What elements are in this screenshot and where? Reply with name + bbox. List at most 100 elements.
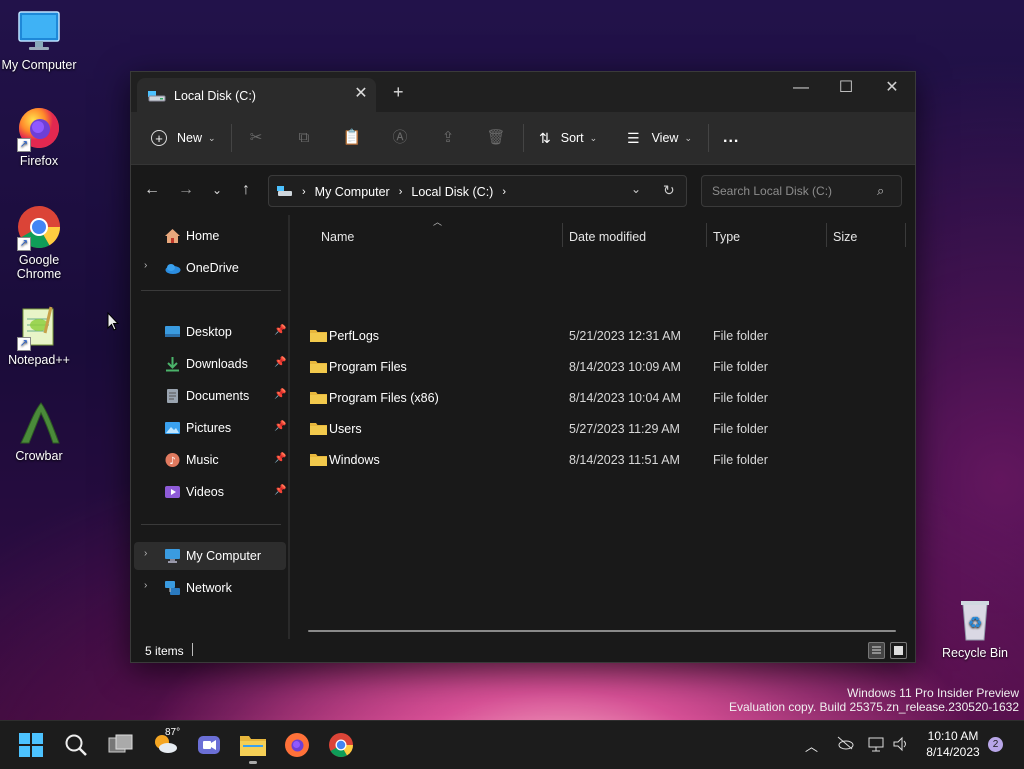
- breadcrumb-item[interactable]: My Computer: [315, 185, 390, 199]
- close-button[interactable]: ✕: [869, 76, 915, 104]
- desktop-icon-label: Recycle Bin: [942, 646, 1008, 660]
- search-button[interactable]: [64, 733, 92, 761]
- sidebar-item-onedrive[interactable]: › OneDrive: [134, 254, 286, 282]
- navigation-pane: Home › OneDrive Desktop 📌 Downloads 📌 Do…: [131, 215, 289, 639]
- chevron-right-icon[interactable]: ›: [144, 580, 147, 591]
- breadcrumb-separator-icon: ›: [398, 186, 403, 198]
- sidebar-item-network[interactable]: › Network: [134, 574, 286, 602]
- search-input[interactable]: [710, 183, 874, 199]
- file-type: File folder: [713, 360, 768, 374]
- refresh-icon[interactable]: ↻: [663, 182, 675, 199]
- copy-icon[interactable]: ⧉: [294, 128, 314, 148]
- file-type: File folder: [713, 329, 768, 343]
- table-row[interactable]: PerfLogs 5/21/2023 12:31 AM File folder: [302, 322, 902, 350]
- sidebar-divider: [141, 290, 281, 291]
- more-options-button[interactable]: ...: [723, 124, 739, 152]
- sidebar-item-label: Downloads: [186, 357, 248, 371]
- share-icon[interactable]: ⇪: [438, 128, 458, 148]
- sidebar-item-pictures[interactable]: Pictures 📌: [134, 414, 286, 442]
- item-count: 5 items: [145, 644, 184, 658]
- table-row[interactable]: Program Files (x86) 8/14/2023 10:04 AM F…: [302, 384, 902, 412]
- volume-icon[interactable]: [892, 736, 910, 755]
- notification-badge[interactable]: 2: [988, 737, 1003, 752]
- column-header-label: Name: [321, 230, 355, 244]
- clock[interactable]: 10:10 AM 8/14/2023: [918, 728, 988, 760]
- new-button[interactable]: + New ⌄: [151, 124, 216, 152]
- file-type: File folder: [713, 453, 768, 467]
- column-separator[interactable]: [562, 223, 563, 247]
- clock-date: 8/14/2023: [926, 745, 980, 759]
- sidebar-item-music[interactable]: ♪ Music 📌: [134, 446, 286, 474]
- column-separator[interactable]: [905, 223, 906, 247]
- status-bar: 5 items: [131, 639, 915, 662]
- paste-icon[interactable]: 📋: [342, 128, 362, 148]
- task-view-button[interactable]: [108, 733, 136, 761]
- recent-locations-button[interactable]: ⌄: [204, 177, 230, 203]
- details-view-button[interactable]: [868, 642, 885, 659]
- view-label: View: [651, 131, 679, 145]
- show-hidden-icons-button[interactable]: ︿: [805, 736, 818, 755]
- forward-button[interactable]: →: [173, 177, 199, 203]
- desktop-icon-my-computer[interactable]: My Computer: [0, 8, 78, 72]
- chevron-down-icon: ⌄: [589, 132, 598, 143]
- sidebar-item-my-computer[interactable]: › My Computer: [134, 542, 286, 570]
- title-bar[interactable]: Local Disk (C:) ✕ + — ☐ ✕: [131, 72, 915, 112]
- column-separator[interactable]: [826, 223, 827, 247]
- firefox-taskbar-button[interactable]: [284, 732, 312, 760]
- breadcrumb-item[interactable]: Local Disk (C:): [411, 185, 493, 199]
- sidebar-item-home[interactable]: Home: [134, 222, 286, 250]
- desktop-icon-firefox[interactable]: ↗ Firefox: [0, 104, 78, 168]
- file-type: File folder: [713, 422, 768, 436]
- chevron-right-icon[interactable]: ›: [144, 548, 147, 559]
- table-row[interactable]: Users 5/27/2023 11:29 AM File folder: [302, 415, 902, 443]
- horizontal-scrollbar[interactable]: [308, 630, 896, 632]
- minimize-button[interactable]: —: [778, 76, 824, 104]
- search-box[interactable]: ⌕: [701, 175, 902, 207]
- teams-chat-button[interactable]: [196, 733, 224, 761]
- desktop-icon-crowbar[interactable]: Crowbar: [0, 399, 78, 463]
- sidebar-item-videos[interactable]: Videos 📌: [134, 478, 286, 506]
- sidebar-item-desktop[interactable]: Desktop 📌: [134, 318, 286, 346]
- view-button[interactable]: ☰ View ⌄: [627, 124, 692, 152]
- tab-local-disk[interactable]: Local Disk (C:) ✕: [137, 78, 376, 112]
- address-bar[interactable]: › My Computer › Local Disk (C:) › ⌄ ↻: [268, 175, 687, 207]
- desktop-icon-notepad-plus-plus[interactable]: ↗ Notepad++: [0, 303, 78, 367]
- column-header-type[interactable]: Type: [713, 223, 825, 251]
- onedrive-offline-icon[interactable]: [836, 736, 854, 753]
- file-name: Program Files (x86): [329, 391, 439, 405]
- large-icons-view-button[interactable]: [890, 642, 907, 659]
- column-separator[interactable]: [706, 223, 707, 247]
- tab-close-button[interactable]: ✕: [350, 83, 372, 103]
- up-button[interactable]: ↑: [233, 177, 259, 203]
- column-header-name[interactable]: Name: [321, 223, 561, 251]
- table-row[interactable]: Windows 8/14/2023 11:51 AM File folder: [302, 446, 902, 474]
- table-row[interactable]: Program Files 8/14/2023 10:09 AM File fo…: [302, 353, 902, 381]
- rename-icon[interactable]: Ⓐ: [390, 128, 410, 148]
- chrome-taskbar-button[interactable]: [328, 732, 356, 760]
- sidebar-item-downloads[interactable]: Downloads 📌: [134, 350, 286, 378]
- chevron-right-icon[interactable]: ›: [144, 260, 147, 271]
- maximize-button[interactable]: ☐: [823, 76, 869, 104]
- address-row: ← → ⌄ ↑ › My Computer › Local Disk (C:) …: [131, 165, 915, 215]
- desktop-icon-google-chrome[interactable]: ↗ Google Chrome: [0, 203, 78, 281]
- delete-icon[interactable]: 🗑: [486, 128, 506, 148]
- file-explorer-taskbar-button[interactable]: [239, 732, 267, 764]
- column-header-date-modified[interactable]: Date modified: [569, 223, 705, 251]
- start-button[interactable]: [19, 733, 47, 761]
- back-button[interactable]: ←: [139, 177, 165, 203]
- taskbar: 87° ︿ 10:10 AM 8/14/2023 2: [0, 720, 1024, 769]
- view-icon: ☰: [627, 129, 640, 146]
- network-status-icon[interactable]: [867, 736, 885, 755]
- address-dropdown-icon[interactable]: ⌄: [631, 182, 641, 196]
- watermark-line: Windows 11 Pro Insider Preview: [847, 686, 1019, 700]
- cut-icon[interactable]: ✂: [246, 128, 266, 148]
- windows-watermark: Windows 11 Pro Insider Preview Evaluatio…: [729, 686, 1019, 714]
- new-tab-button[interactable]: +: [393, 82, 404, 103]
- desktop-icon-recycle-bin[interactable]: ♻ Recycle Bin: [935, 596, 1015, 660]
- monitor-icon: [15, 8, 63, 56]
- onedrive-icon: [164, 260, 181, 276]
- sort-button[interactable]: ⇅ Sort ⌄: [539, 124, 597, 152]
- widgets-button[interactable]: 87°: [151, 727, 180, 757]
- sidebar-item-documents[interactable]: Documents 📌: [134, 382, 286, 410]
- column-header-size[interactable]: Size: [833, 223, 903, 251]
